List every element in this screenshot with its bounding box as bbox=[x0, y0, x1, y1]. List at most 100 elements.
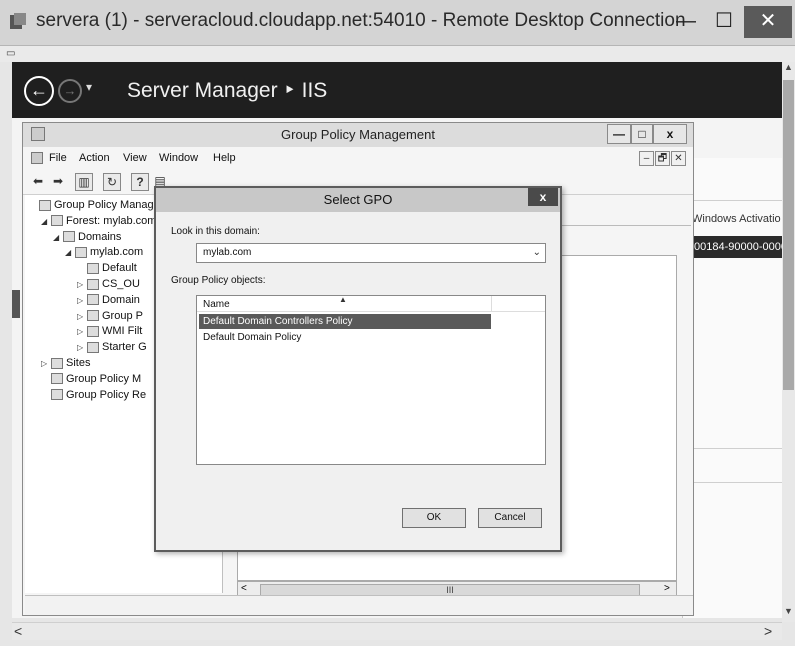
mdi-close-button[interactable]: ✕ bbox=[671, 151, 686, 166]
gpm-minimize-button[interactable]: — bbox=[607, 124, 631, 144]
rdp-close-button[interactable]: ✕ bbox=[744, 6, 792, 38]
tree-item[interactable]: ▷ Sites bbox=[41, 355, 90, 371]
dialog-titlebar: Select GPO x bbox=[156, 188, 560, 212]
select-gpo-dialog: Select GPO x Look in this domain: mylab.… bbox=[154, 186, 562, 552]
gpo-list[interactable]: Name ▲ Default Domain Controllers Policy… bbox=[196, 295, 546, 465]
rdp-maximize-button[interactable]: ☐ bbox=[706, 6, 742, 38]
forward-arrow-icon[interactable]: → bbox=[58, 79, 82, 103]
tree-item[interactable]: Group Policy Re bbox=[41, 387, 146, 403]
collapsed-arrow-icon[interactable]: ▷ bbox=[41, 356, 51, 372]
server-manager-header: ← → ▾ Server Manager ‣ IIS bbox=[12, 62, 782, 118]
collapsed-arrow-icon[interactable]: ▷ bbox=[77, 277, 87, 293]
menu-view[interactable]: View bbox=[123, 152, 147, 164]
gpo-list-item[interactable]: Default Domain Policy bbox=[199, 330, 491, 345]
tree-item-label: Group Policy Re bbox=[66, 388, 147, 401]
tree-item[interactable]: Group Policy M bbox=[41, 371, 141, 387]
rdp-connection-bar: ▭ bbox=[0, 46, 795, 62]
menu-action[interactable]: Action bbox=[79, 152, 110, 164]
scroll-down-icon[interactable]: ▼ bbox=[782, 606, 795, 620]
details-scroll-left-icon[interactable]: < bbox=[241, 583, 247, 594]
collapsed-arrow-icon[interactable]: ▷ bbox=[77, 324, 87, 340]
gpm-statusbar bbox=[25, 595, 693, 615]
horizontal-scrollbar[interactable] bbox=[12, 622, 782, 640]
connection-bar-icon[interactable]: ▭ bbox=[6, 48, 15, 59]
rdp-window-title: servera (1) - serveracloud.cloudapp.net:… bbox=[36, 10, 686, 31]
details-scroll-right-icon[interactable]: > bbox=[664, 583, 670, 594]
tree-node-icon bbox=[87, 310, 99, 322]
product-id-cell[interactable]: 00184-90000-0000 bbox=[690, 236, 782, 258]
gpo-list-header: Name ▲ bbox=[197, 295, 545, 312]
ok-button[interactable]: OK bbox=[402, 508, 466, 528]
scroll-left-icon[interactable]: < bbox=[14, 623, 22, 639]
expanded-arrow-icon[interactable]: ◢ bbox=[41, 214, 51, 230]
scroll-right-icon[interactable]: > bbox=[764, 623, 772, 639]
history-dropdown-icon[interactable]: ▾ bbox=[86, 80, 92, 94]
forward-icon[interactable]: ➡ bbox=[49, 173, 67, 191]
column-separator[interactable] bbox=[491, 296, 492, 312]
mdi-restore-button[interactable]: 🗗 bbox=[655, 151, 670, 166]
tree-node-icon bbox=[51, 373, 63, 385]
collapsed-arrow-icon[interactable]: ▷ bbox=[77, 340, 87, 356]
divider bbox=[690, 200, 782, 201]
tree-item[interactable]: ◢ mylab.com bbox=[65, 244, 143, 260]
menu-file[interactable]: File bbox=[49, 152, 67, 164]
rdp-minimize-button[interactable]: — bbox=[666, 6, 706, 38]
server-manager-right-panel bbox=[682, 158, 782, 618]
tree-item-label: Group P bbox=[102, 309, 143, 322]
gpo-list-item[interactable]: Default Domain Controllers Policy bbox=[199, 314, 491, 329]
tree-node-icon bbox=[63, 231, 75, 243]
divider bbox=[690, 482, 782, 483]
refresh-icon[interactable]: ↻ bbox=[103, 173, 121, 191]
gpo-list-label: Group Policy objects: bbox=[171, 275, 266, 286]
help-icon[interactable]: ? bbox=[131, 173, 149, 191]
back-icon[interactable]: ⬅ bbox=[29, 173, 47, 191]
chevron-down-icon[interactable]: ⌄ bbox=[533, 244, 541, 262]
show-hide-tree-icon[interactable]: ▥ bbox=[75, 173, 93, 191]
domain-select[interactable]: mylab.com ⌄ bbox=[196, 243, 546, 263]
tree-item[interactable]: ◢ Forest: mylab.com bbox=[41, 213, 156, 229]
tree-node-icon bbox=[87, 278, 99, 290]
tree-item[interactable]: ▷ Domain bbox=[77, 292, 140, 308]
tree-item[interactable]: ▷ Starter G bbox=[77, 339, 147, 355]
left-edge-marker bbox=[12, 290, 20, 318]
divider bbox=[690, 448, 782, 449]
scroll-up-icon[interactable]: ▲ bbox=[782, 62, 795, 76]
collapsed-arrow-icon[interactable]: ▷ bbox=[77, 309, 87, 325]
tree-item[interactable]: ◢ Domains bbox=[53, 229, 121, 245]
gpm-menubar: File Action View Window Help – 🗗 ✕ bbox=[23, 149, 693, 169]
tree-node-icon bbox=[39, 199, 51, 211]
tree-item[interactable]: ▷ WMI Filt bbox=[77, 323, 142, 339]
rdp-app-icon bbox=[9, 12, 27, 32]
expanded-arrow-icon[interactable]: ◢ bbox=[65, 245, 75, 261]
name-column-header[interactable]: Name bbox=[203, 299, 230, 310]
menu-help[interactable]: Help bbox=[213, 152, 236, 164]
windows-activation-column-header[interactable]: Windows Activatio bbox=[692, 213, 781, 225]
server-manager-breadcrumb: Server Manager ‣ IIS bbox=[127, 79, 328, 102]
collapsed-arrow-icon[interactable]: ▷ bbox=[77, 293, 87, 309]
tree-node-icon bbox=[51, 215, 63, 227]
tree-item[interactable]: Default bbox=[77, 260, 137, 276]
tree-item[interactable]: ▷ Group P bbox=[77, 308, 143, 324]
cancel-button[interactable]: Cancel bbox=[478, 508, 542, 528]
back-arrow-icon[interactable]: ← bbox=[24, 76, 54, 106]
gpm-close-button[interactable]: x bbox=[653, 124, 687, 144]
mdi-minimize-button[interactable]: – bbox=[639, 151, 654, 166]
menu-window[interactable]: Window bbox=[159, 152, 198, 164]
tree-item[interactable]: Group Policy Manager bbox=[29, 197, 163, 213]
gpm-titlebar: Group Policy Management — □ x bbox=[23, 123, 693, 147]
tree-item-label: Default bbox=[102, 262, 137, 275]
domain-select-value: mylab.com bbox=[203, 247, 252, 258]
tree-item-label: Domains bbox=[78, 230, 122, 243]
tree-node-icon bbox=[87, 294, 99, 306]
tree-node-icon bbox=[87, 341, 99, 353]
tree-item-label: Group Policy Manager bbox=[54, 199, 164, 211]
dialog-close-button[interactable]: x bbox=[528, 188, 558, 206]
expanded-arrow-icon[interactable]: ◢ bbox=[53, 230, 63, 246]
tree-item[interactable]: ▷ CS_OU bbox=[77, 276, 140, 292]
tree-node-icon bbox=[51, 389, 63, 401]
vertical-scroll-thumb[interactable] bbox=[783, 80, 794, 390]
tree-item-label: WMI Filt bbox=[102, 325, 143, 338]
tree-node-icon bbox=[51, 357, 63, 369]
gpm-maximize-button[interactable]: □ bbox=[631, 124, 653, 144]
mmc-menu-icon[interactable] bbox=[31, 152, 43, 164]
